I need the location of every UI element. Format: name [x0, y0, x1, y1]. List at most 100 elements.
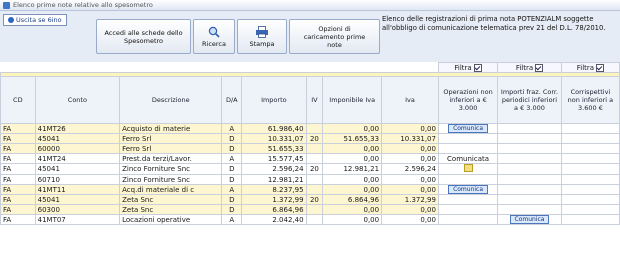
filter-op-checkbox[interactable] [473, 63, 482, 72]
col-header-iva[interactable]: Iva [381, 76, 439, 124]
col-header-imponibile[interactable]: Imponibile Iva [322, 76, 383, 124]
cell-iva: 1.372,99 [381, 194, 439, 205]
cell-iv [305, 143, 324, 154]
search-button[interactable]: Ricerca [193, 19, 235, 54]
col-header-op-non-inferiori[interactable]: Operazioni non inferiori a € 3.000 [437, 76, 499, 124]
col-header-importo[interactable]: Importo [241, 76, 307, 124]
col-header-cd[interactable]: CD [0, 76, 36, 124]
cell-conto: 60300 [34, 204, 121, 215]
table-row[interactable]: FA 60300 Zeta Snc D 6.864,96 0,00 0,00 [0, 204, 620, 215]
cell-iv: 20 [305, 194, 324, 205]
grid-body: FA 41MT26 Acquisto di materie A 61.986,40 0,0… [0, 123, 620, 225]
table-row[interactable]: FA 41MT26 Acquisto di materie A 61.986,40 0,0… [0, 123, 620, 134]
cell-iv [305, 184, 324, 195]
cell-importo: 1.372,99 [241, 194, 307, 205]
cell-descrizione: Zinco Forniture Snc [119, 174, 223, 185]
cell-importi-fraz [497, 204, 562, 215]
open-spesometro-button[interactable]: Accedi alle schede dello Spesometro [96, 19, 191, 54]
filter-op-cell[interactable]: Filtra [437, 62, 499, 73]
comunica-button[interactable]: Comunica [509, 215, 550, 224]
cell-importi-fraz [497, 123, 562, 134]
cell-corrispettivi [560, 174, 620, 185]
cell-op-non-inferiori [437, 204, 499, 215]
cell-corrispettivi [560, 194, 620, 205]
col-header-descrizione[interactable]: Descrizione [119, 76, 223, 124]
cell-op-non-inferiori [437, 174, 499, 185]
info-text: Elenco delle registrazioni di prima nota… [382, 15, 606, 32]
cell-da: D [221, 133, 243, 144]
filter-fraz-checkbox[interactable] [535, 63, 544, 72]
cell-cd: FA [0, 153, 36, 164]
cell-importi-fraz [497, 194, 562, 205]
cell-imponibile: 0,00 [322, 204, 383, 215]
cell-corrispettivi [560, 163, 620, 175]
table-row[interactable]: FA 60710 Zinco Forniture Snc D 12.981,21 0,00… [0, 174, 620, 185]
load-options-button[interactable]: Opzioni di caricamento prime note [289, 19, 380, 54]
prime-note-grid: Filtra Filtra Filtra CD Conto Descrizion… [0, 62, 620, 273]
cell-op-non-inferiori [437, 194, 499, 205]
cell-cd: FA [0, 194, 36, 205]
cell-da: D [221, 174, 243, 185]
table-row[interactable]: FA 41MT07 Locazioni operative A 2.042,40 0,00… [0, 214, 620, 225]
print-button[interactable]: Stampa [237, 19, 287, 54]
note-icon[interactable] [463, 164, 473, 172]
cell-cd: FA [0, 174, 36, 185]
col-header-iv[interactable]: IV [305, 76, 324, 124]
cell-iva: 0,00 [381, 174, 439, 185]
cell-corrispettivi [560, 123, 620, 134]
load-options-label: Opzioni di caricamento prime note [303, 24, 366, 49]
cell-op-non-inferiori: Comunica [437, 184, 499, 195]
toolbar: Uscita se 6ino Accedi alle schede dello … [0, 11, 620, 58]
comunica-button[interactable]: Comunica [448, 185, 489, 194]
cell-importo: 12.981,21 [241, 174, 307, 185]
cell-corrispettivi [560, 153, 620, 164]
cell-imponibile: 51.655,33 [322, 133, 383, 144]
header-row: CD Conto Descrizione D/A Importo IV Impo… [0, 76, 620, 124]
exit-button[interactable]: Uscita se 6ino [3, 14, 67, 26]
cell-conto: 41MT07 [34, 214, 121, 225]
cell-conto: 45041 [34, 194, 121, 205]
table-row[interactable]: FA 45041 Zinco Forniture Snc D 2.596,24 20 12.… [0, 163, 620, 175]
cell-cd: FA [0, 163, 36, 175]
cell-descrizione: Acq.di materiale di c [119, 184, 223, 195]
cell-importi-fraz [497, 174, 562, 185]
cell-da: A [221, 153, 243, 164]
cell-corrispettivi [560, 184, 620, 195]
cell-conto: 60710 [34, 174, 121, 185]
table-row[interactable]: FA 45041 Zeta Snc D 1.372,99 20 6.864,96 1.372,… [0, 194, 620, 205]
filter-corr-checkbox[interactable] [596, 63, 605, 72]
comunica-button[interactable]: Comunica [448, 124, 489, 133]
search-icon [208, 26, 220, 38]
cell-conto: 45041 [34, 163, 121, 175]
cell-iv [305, 123, 324, 134]
filter-fraz-cell[interactable]: Filtra [497, 62, 562, 73]
table-row[interactable]: FA 60000 Ferro Srl D 51.655,33 0,00 0,00 [0, 143, 620, 154]
col-header-corrispettivi[interactable]: Corrispettivi non inferiori a 3.600 € [560, 76, 620, 124]
prime-note-table: Filtra Filtra Filtra CD Conto Descrizion… [0, 62, 620, 225]
cell-cd: FA [0, 184, 36, 195]
cell-corrispettivi [560, 204, 620, 215]
cell-importi-fraz [497, 143, 562, 154]
table-row[interactable]: FA 45041 Ferro Srl D 10.331,07 20 51.655,33 10.… [0, 133, 620, 144]
cell-descrizione: Zinco Forniture Snc [119, 163, 223, 175]
cell-descrizione: Prest.da terzi/Lavor. [119, 153, 223, 164]
cell-corrispettivi [560, 133, 620, 144]
cell-iva: 0,00 [381, 143, 439, 154]
table-row[interactable]: FA 41MT11 Acq.di materiale di c A 8.237,95 0,… [0, 184, 620, 195]
window-titlebar: Elenco prime note relative allo spesomet… [0, 0, 620, 11]
col-header-importi-fraz[interactable]: Importi fraz. Corr. periodici inferiori … [497, 76, 562, 124]
cell-importo: 2.596,24 [241, 163, 307, 175]
cell-iv [305, 204, 324, 215]
table-row[interactable]: FA 41MT24 Prest.da terzi/Lavor. A 15.577,45 0… [0, 153, 620, 164]
filter-row: Filtra Filtra Filtra [0, 62, 620, 73]
cell-cd: FA [0, 143, 36, 154]
cell-cd: FA [0, 204, 36, 215]
exit-label: Uscita se 6ino [16, 16, 62, 24]
cell-importi-fraz [497, 184, 562, 195]
col-header-da[interactable]: D/A [221, 76, 243, 124]
filter-corr-cell[interactable]: Filtra [560, 62, 620, 73]
col-header-conto[interactable]: Conto [34, 76, 121, 124]
cell-corrispettivi [560, 214, 620, 225]
cell-descrizione: Zeta Snc [119, 204, 223, 215]
cell-iv [305, 174, 324, 185]
